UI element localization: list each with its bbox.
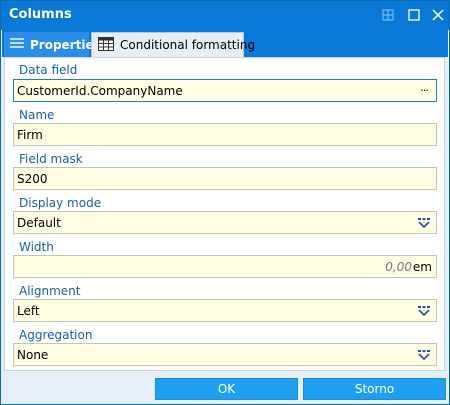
name-value: Firm xyxy=(17,127,43,142)
data-field-value: CustomerId.CompanyName xyxy=(17,83,183,98)
title-bar: Columns xyxy=(1,1,449,30)
width-value: 0,00 xyxy=(385,260,412,274)
name-label: Name xyxy=(19,108,55,122)
aggregation-select[interactable]: None xyxy=(13,343,437,366)
aggregation-value: None xyxy=(17,347,49,362)
display-mode-select[interactable]: Default xyxy=(13,211,437,234)
field-mask-input[interactable]: S200 xyxy=(13,167,437,190)
chevron-down-icon[interactable] xyxy=(416,347,432,362)
aggregation-label: Aggregation xyxy=(19,328,93,342)
table-grid-icon xyxy=(98,36,114,54)
field-mask-label: Field mask xyxy=(19,152,83,166)
width-label: Width xyxy=(19,240,54,254)
tab-strip: Properties Conditional formatting xyxy=(2,30,448,57)
close-icon[interactable] xyxy=(429,6,447,24)
tab-conditional-formatting[interactable]: Conditional formatting xyxy=(91,32,255,57)
columns-dialog: Columns Properties Conditional formattin… xyxy=(0,0,450,405)
alignment-value: Left xyxy=(17,303,40,318)
chevron-down-icon[interactable] xyxy=(416,215,432,230)
tab-conditional-label: Conditional formatting xyxy=(120,38,256,52)
ok-button[interactable]: OK xyxy=(155,378,298,400)
properties-panel: Data field CustomerId.CompanyName ··· Na… xyxy=(4,57,445,371)
window-title: Columns xyxy=(9,7,72,22)
display-mode-label: Display mode xyxy=(19,196,102,210)
list-icon xyxy=(10,37,24,52)
data-field-label: Data field xyxy=(19,63,78,77)
display-mode-value: Default xyxy=(17,215,61,230)
chevron-down-icon[interactable] xyxy=(416,303,432,318)
ellipsis-button[interactable]: ··· xyxy=(416,83,432,98)
data-field-input[interactable]: CustomerId.CompanyName ··· xyxy=(13,79,437,102)
field-mask-value: S200 xyxy=(17,171,48,186)
alignment-label: Alignment xyxy=(19,284,81,298)
tab-properties[interactable]: Properties xyxy=(4,32,101,57)
name-input[interactable]: Firm xyxy=(13,123,437,146)
width-unit: em xyxy=(412,260,432,274)
storno-button[interactable]: Storno xyxy=(303,378,446,400)
maximize-icon[interactable] xyxy=(405,6,423,24)
dialog-footer: OK Storno xyxy=(1,371,449,404)
restore-icon[interactable] xyxy=(379,6,397,24)
width-input[interactable]: 0,00 em xyxy=(13,255,437,278)
alignment-select[interactable]: Left xyxy=(13,299,437,322)
